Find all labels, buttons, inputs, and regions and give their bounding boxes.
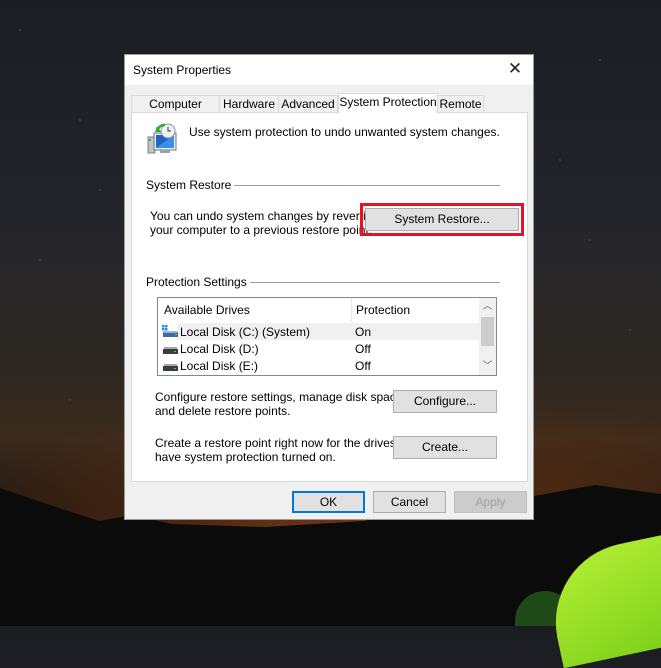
configure-description-line1: Configure restore settings, manage disk … xyxy=(155,390,406,404)
ok-button[interactable]: OK xyxy=(292,491,365,513)
column-separator[interactable] xyxy=(351,298,352,322)
intro-text: Use system protection to undo unwanted s… xyxy=(189,125,500,139)
system-properties-dialog: System Properties ✕ Computer Name Hardwa… xyxy=(124,54,534,520)
system-protection-icon xyxy=(146,123,180,157)
configure-button[interactable]: Configure... xyxy=(393,390,497,413)
drive-protection-status: On xyxy=(355,325,372,339)
drive-protection-status: Off xyxy=(355,342,371,356)
drive-name: Local Disk (C:) (System) xyxy=(180,325,311,339)
system-restore-button[interactable]: System Restore... xyxy=(365,208,519,231)
system-restore-group-label: System Restore xyxy=(146,178,235,192)
close-icon[interactable]: ✕ xyxy=(505,59,525,79)
drive-icon xyxy=(163,347,178,354)
drive-row-d[interactable]: Local Disk (D:) Off xyxy=(158,340,479,357)
drive-icon xyxy=(163,364,178,371)
system-restore-description-line2: your computer to a previous restore poin… xyxy=(150,223,373,237)
drive-row-c[interactable]: Local Disk (C:) (System) On xyxy=(158,323,479,340)
drive-name: Local Disk (D:) xyxy=(180,342,259,356)
drive-protection-status: Off xyxy=(355,359,371,373)
tab-computer-name[interactable]: Computer Name xyxy=(131,95,220,128)
tab-system-protection[interactable]: System Protection xyxy=(338,93,438,114)
create-description-line2: have system protection turned on. xyxy=(155,450,336,464)
title-bar[interactable]: System Properties ✕ xyxy=(125,55,533,85)
system-protection-panel: Use system protection to undo unwanted s… xyxy=(131,112,528,482)
create-button[interactable]: Create... xyxy=(393,436,497,459)
tab-hardware[interactable]: Hardware xyxy=(219,95,279,113)
drives-list-scrollbar[interactable]: ︿ ﹀ xyxy=(479,298,496,375)
tab-remote[interactable]: Remote xyxy=(437,95,484,113)
drives-list-header: Available Drives Protection xyxy=(158,298,479,322)
tab-advanced[interactable]: Advanced xyxy=(278,95,338,113)
system-drive-icon xyxy=(162,325,178,337)
create-description-line1: Create a restore point right now for the… xyxy=(155,436,420,450)
configure-description-line2: and delete restore points. xyxy=(155,404,291,418)
drive-name: Local Disk (E:) xyxy=(180,359,259,373)
apply-button[interactable]: Apply xyxy=(454,491,527,513)
drives-list[interactable]: Available Drives Protection Local Disk (… xyxy=(157,297,497,376)
scrollbar-thumb[interactable] xyxy=(481,317,494,346)
drive-row-e[interactable]: Local Disk (E:) Off xyxy=(158,357,479,374)
column-header-protection[interactable]: Protection xyxy=(356,298,410,322)
scroll-up-arrow-icon[interactable]: ︿ xyxy=(479,298,496,315)
system-restore-description-line1: You can undo system changes by reverting xyxy=(150,209,380,223)
window-title: System Properties xyxy=(133,63,232,77)
protection-settings-group-label: Protection Settings xyxy=(146,275,250,289)
column-header-available-drives[interactable]: Available Drives xyxy=(164,298,250,322)
scroll-down-arrow-icon[interactable]: ﹀ xyxy=(479,358,496,375)
cancel-button[interactable]: Cancel xyxy=(373,491,446,513)
